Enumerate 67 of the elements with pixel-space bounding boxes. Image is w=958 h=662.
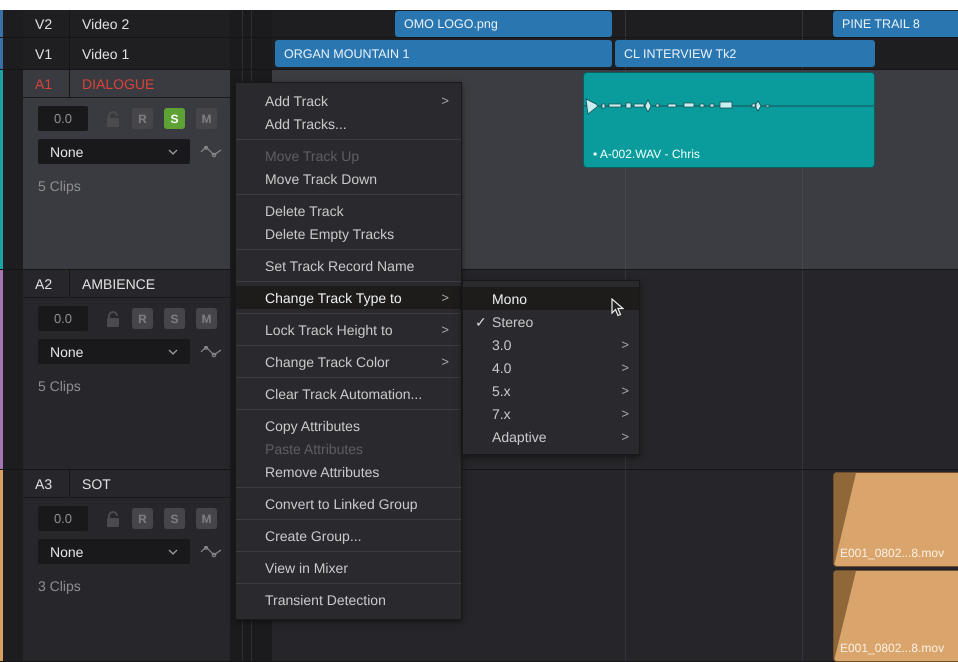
chevron-down-icon [168,548,178,554]
menu-item[interactable]: Change Track Color > [236,350,461,373]
lock-icon[interactable] [106,510,120,526]
track-id: A1 [23,70,70,97]
mouse-pointer-icon [611,298,624,317]
menu-item[interactable]: 3.0 > [463,333,639,356]
clip-name: E001_0802...8.mov [840,546,944,560]
menu-item[interactable]: Clear Track Automation... [236,382,461,405]
track-id: V1 [23,38,70,69]
track-name: DIALOGUE [81,76,154,92]
chevron-down-icon [168,348,178,354]
menu-item[interactable]: Delete Track [236,199,461,222]
automation-icon[interactable] [200,146,222,158]
menu-item[interactable]: Adaptive > [463,425,639,448]
chevron-right-icon: > [441,322,449,337]
video-clip[interactable]: CL INTERVIEW Tk2 [615,40,875,67]
track-name: Video 2 [81,16,130,32]
menu-item[interactable]: Transient Detection [236,588,461,611]
clip-count: 5 Clips [38,378,82,394]
menu-item[interactable]: 5.x > [463,379,639,402]
menu-item[interactable]: Add Track > [236,89,461,112]
menu-item[interactable]: View in Mixer [236,556,461,579]
menu-item[interactable]: Copy Attributes [236,414,461,437]
menu-item[interactable]: ✓ Stereo [463,310,639,333]
automation-icon[interactable] [200,546,222,558]
video-clip[interactable]: ORGAN MOUNTAIN 1 [275,40,612,67]
menu-item[interactable]: Change Track Type to > [236,286,461,309]
menu-item[interactable]: Remove Attributes [236,460,461,483]
dropdown[interactable]: None [38,339,190,364]
menu-item[interactable]: Add Tracks... [236,112,461,135]
clip-name: E001_0802...8.mov [840,641,944,655]
chevron-right-icon: > [441,93,449,108]
chevron-down-icon [168,148,178,154]
lock-icon[interactable] [106,310,120,326]
menu-item[interactable]: 4.0 > [463,356,639,379]
track-name: AMBIENCE [81,276,156,292]
chevron-right-icon: > [621,360,629,375]
menu-item[interactable]: Lock Track Height to > [236,318,461,341]
chevron-right-icon: > [441,290,449,305]
menu-item[interactable]: Convert to Linked Group [236,492,461,515]
menu-item[interactable]: Delete Empty Tracks [236,222,461,245]
menu-item[interactable]: 7.x > [463,402,639,425]
automation-icon[interactable] [200,346,222,358]
track-id: V2 [23,10,70,37]
chevron-right-icon: > [621,429,629,444]
chevron-right-icon: > [621,406,629,421]
track-name: Video 1 [81,46,130,62]
clip-count: 3 Clips [38,578,82,594]
volume-field[interactable]: 0.0 [38,106,88,131]
video-clip[interactable]: OMO LOGO.png [395,11,612,37]
volume-field[interactable]: 0.0 [38,306,88,331]
video-clip[interactable]: PINE TRAIL 8 [833,11,958,37]
menu-item[interactable]: Move Track Down [236,167,461,190]
clip-name: • A-002.WAV - Chris [593,147,700,161]
dropdown[interactable]: None [38,539,190,564]
menu-item[interactable]: Create Group... [236,524,461,547]
menu-item[interactable]: Mono [463,287,639,310]
chevron-right-icon: > [441,354,449,369]
volume-field[interactable]: 0.0 [38,506,88,531]
clip-count: 5 Clips [38,178,82,194]
chevron-right-icon: > [621,337,629,352]
menu-item[interactable]: Set Track Record Name [236,254,461,277]
track-name: SOT [81,476,111,492]
chevron-right-icon: > [621,383,629,398]
track-id: A3 [23,470,70,497]
track-id: A2 [23,270,70,297]
dropdown[interactable]: None [38,139,190,164]
